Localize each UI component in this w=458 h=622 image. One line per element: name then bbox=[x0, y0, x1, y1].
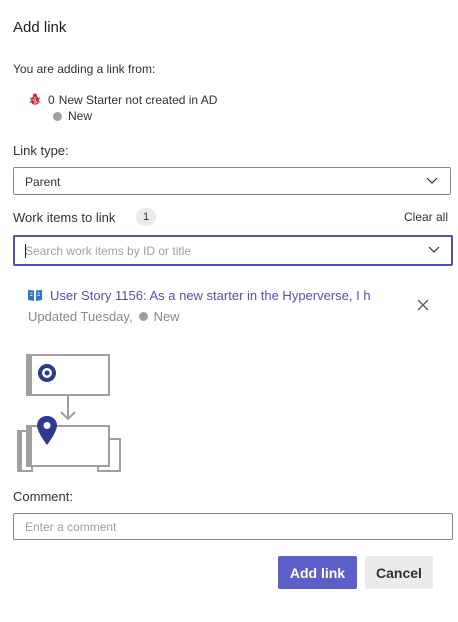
link-type-label: Link type: bbox=[13, 143, 69, 158]
state-dot-icon bbox=[53, 111, 62, 121]
source-item-state-label: New bbox=[68, 109, 93, 123]
work-items-count-badge: 1 bbox=[136, 208, 156, 226]
clear-all-button[interactable]: Clear all bbox=[404, 210, 448, 224]
add-link-button[interactable]: Add link bbox=[278, 556, 357, 589]
link-type-dropdown[interactable]: Parent bbox=[13, 167, 451, 195]
link-hierarchy-illustration bbox=[17, 354, 121, 472]
source-label: You are adding a link from: bbox=[13, 62, 156, 76]
comment-field[interactable] bbox=[13, 513, 453, 540]
book-icon bbox=[28, 290, 42, 301]
linked-item-updated: Updated Tuesday, bbox=[28, 309, 133, 324]
bug-icon bbox=[29, 93, 41, 105]
comment-input[interactable] bbox=[25, 519, 435, 534]
state-dot-icon bbox=[138, 312, 148, 321]
chevron-down-icon[interactable] bbox=[428, 246, 440, 254]
source-item: 0 New Starter not created in AD bbox=[48, 93, 217, 107]
source-item-state: New bbox=[53, 109, 92, 123]
chevron-down-icon bbox=[426, 177, 438, 184]
comment-label: Comment: bbox=[13, 489, 73, 504]
linked-work-item-link[interactable]: User Story 1156: As a new starter in the… bbox=[50, 288, 383, 303]
text-caret bbox=[25, 244, 26, 258]
work-item-search-input[interactable] bbox=[25, 243, 415, 259]
source-item-title: New Starter not created in AD bbox=[58, 93, 218, 107]
work-item-search-dropdown[interactable] bbox=[13, 235, 453, 266]
dialog-title: Add link bbox=[13, 19, 67, 36]
linked-item-state: New bbox=[153, 309, 180, 324]
work-items-label: Work items to link bbox=[13, 210, 116, 225]
linked-item-meta: Updated Tuesday, New bbox=[28, 309, 180, 324]
remove-item-close-icon[interactable] bbox=[415, 297, 431, 313]
source-item-id: 0 bbox=[48, 93, 55, 107]
link-type-value: Parent bbox=[25, 175, 61, 189]
cancel-button[interactable]: Cancel bbox=[365, 556, 433, 589]
